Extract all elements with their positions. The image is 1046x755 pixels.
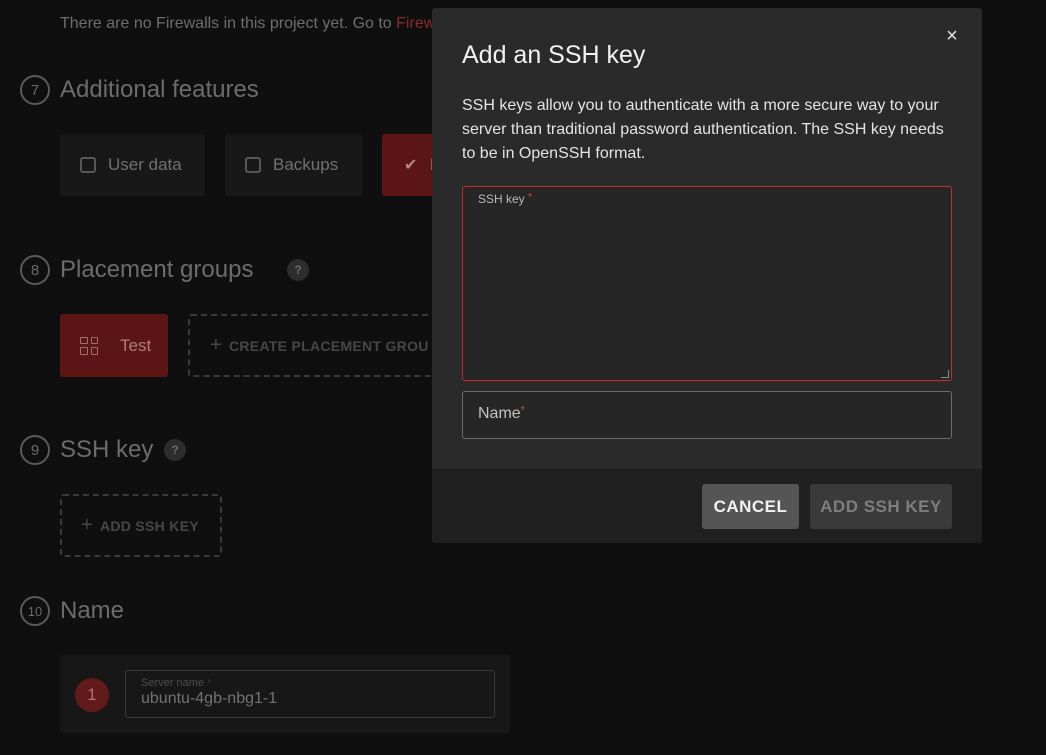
plus-icon: +	[210, 334, 222, 356]
feature-label: Backups	[273, 155, 339, 174]
server-index-badge: 1	[75, 678, 109, 712]
add-ssh-key-dialog: × Add an SSH key SSH keys allow you to a…	[432, 8, 982, 543]
ssh-key-field: SSH key *	[462, 186, 952, 381]
feature-label: User data	[108, 155, 182, 174]
section-number-8: 8	[20, 255, 50, 285]
section-number-7: 7	[20, 75, 50, 105]
dialog-description: SSH keys allow you to authenticate with …	[462, 97, 944, 162]
checkbox-icon	[245, 157, 261, 173]
plus-icon: +	[81, 514, 93, 536]
create-placement-group-label: CREATE PLACEMENT GROU	[228, 337, 429, 354]
grid-icon	[80, 336, 98, 355]
help-icon[interactable]: ?	[164, 439, 186, 461]
close-icon[interactable]: ×	[942, 26, 962, 46]
help-icon[interactable]: ?	[287, 259, 309, 281]
section-title-placement-groups: Placement groups	[60, 256, 254, 283]
section-title-ssh-key: SSH key	[60, 436, 154, 463]
cancel-button[interactable]: CANCEL	[702, 484, 799, 529]
create-placement-group-button[interactable]: + CREATE PLACEMENT GROU	[188, 314, 438, 377]
name-input[interactable]	[463, 392, 951, 438]
checkbox-icon	[80, 157, 96, 173]
ssh-key-label: SSH key *	[478, 192, 532, 206]
section-number-9: 9	[20, 435, 50, 465]
feature-option-user-data[interactable]: User data	[60, 134, 205, 196]
section-number-10: 10	[20, 596, 50, 626]
section-title-name: Name	[60, 597, 125, 624]
name-field: Name*	[462, 391, 952, 439]
firewall-note-text: There are no Firewalls in this project y…	[60, 15, 392, 32]
resize-handle-icon[interactable]	[941, 370, 949, 378]
feature-option-backups[interactable]: Backups	[225, 134, 362, 196]
dialog-title: Add an SSH key	[462, 41, 646, 69]
add-ssh-key-bg-button[interactable]: + ADD SSH KEY	[60, 494, 222, 557]
placement-group-test[interactable]: Test	[60, 314, 168, 377]
firewall-note: There are no Firewalls in this project y…	[60, 15, 444, 33]
required-marker: *	[528, 192, 532, 203]
checkmark-icon: ✔	[404, 157, 418, 174]
server-name-field[interactable]: Server name * ubuntu-4gb-nbg1-1	[125, 670, 495, 718]
dialog-footer: CANCEL ADD SSH KEY	[432, 469, 982, 543]
server-name-value: ubuntu-4gb-nbg1-1	[141, 690, 278, 707]
placement-group-label: Test	[120, 335, 152, 355]
server-name-label: Server name *	[141, 677, 212, 689]
add-ssh-key-button[interactable]: ADD SSH KEY	[810, 484, 952, 529]
section-title-additional-features: Additional features	[60, 76, 259, 103]
add-ssh-key-bg-label: ADD SSH KEY	[99, 517, 199, 534]
server-name-card: 1 Server name * ubuntu-4gb-nbg1-1	[60, 655, 510, 733]
ssh-key-textarea[interactable]	[463, 207, 951, 379]
